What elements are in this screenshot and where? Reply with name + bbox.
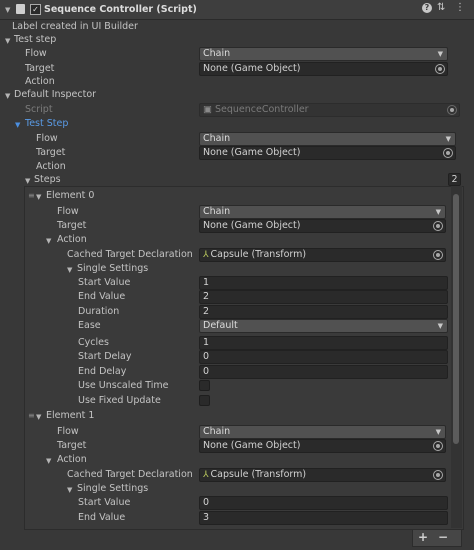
element-foldout-arrow-icon[interactable]: ▼ [36,193,41,201]
start-value-field[interactable]: 1 [199,276,448,290]
test-step-inspector-arrow-icon[interactable]: ▼ [15,121,20,129]
single-settings-foldout[interactable]: Single Settings [77,263,148,274]
ui-builder-label: Label created in UI Builder [12,21,138,32]
end-delay-field[interactable]: 0 [199,365,448,379]
unscaled-time-checkbox[interactable] [199,380,210,391]
end-value-field[interactable]: 3 [199,511,448,525]
single-settings-arrow-icon[interactable]: ▼ [67,486,72,494]
cycles-label: Cycles [78,337,109,348]
test-step-inspector-foldout[interactable]: Test Step [25,118,68,129]
action-foldout[interactable]: Action [57,454,87,465]
action-foldout-arrow-icon[interactable]: ▼ [46,237,51,245]
end-delay-label: End Delay [78,366,127,377]
transform-icon: ⅄ [203,470,209,480]
flow-dropdown[interactable]: Chain ▼ [199,47,448,61]
flow-label: Flow [57,206,79,217]
object-picker-icon[interactable] [433,470,443,480]
flow-dropdown[interactable]: Chain ▼ [199,425,446,439]
question-icon[interactable]: ? [422,3,432,13]
flow-label: Flow [36,133,58,144]
remove-element-button[interactable]: − [438,530,448,544]
start-value-label: Start Value [78,497,131,508]
object-picker-icon[interactable] [433,221,443,231]
flow-dropdown[interactable]: Chain ▼ [199,132,456,146]
cached-target-label: Cached Target Declaration [67,249,193,260]
start-value-label: Start Value [78,277,131,288]
flow-label: Flow [25,48,47,59]
sliders-icon[interactable]: ⇅ [437,2,445,13]
chevron-down-icon: ▼ [437,50,443,58]
drag-handle-icon[interactable]: ≡ [28,411,35,420]
single-settings-foldout[interactable]: Single Settings [77,483,148,494]
flow-dropdown[interactable]: Chain ▼ [199,205,446,219]
action-label: Action [36,161,66,172]
target-label: Target [57,220,87,231]
duration-label: Duration [78,306,120,317]
target-object-field[interactable]: None (Game Object) [199,439,446,453]
fixed-update-checkbox[interactable] [199,395,210,406]
chevron-down-icon: ▼ [437,322,443,330]
end-value-label: End Value [78,291,126,302]
duration-field[interactable]: 2 [199,305,448,319]
transform-icon: ⅄ [203,250,209,260]
cached-target-label: Cached Target Declaration [67,469,193,480]
start-delay-field[interactable]: 0 [199,350,448,364]
script-icon [16,4,25,14]
steps-foldout[interactable]: Steps [34,174,61,185]
action-foldout[interactable]: Action [57,234,87,245]
test-step-foldout-arrow-icon[interactable]: ▼ [5,37,10,45]
kebab-menu-icon[interactable]: ⋮ [455,2,465,13]
enabled-checkbox[interactable]: ✓ [30,4,41,15]
action-label: Action [25,76,55,87]
target-label: Target [25,63,55,74]
steps-foldout-arrow-icon[interactable]: ▼ [25,177,30,185]
fixed-update-label: Use Fixed Update [78,395,161,406]
script-label: Script [25,104,53,115]
component-title: Sequence Controller (Script) [44,4,197,15]
ease-label: Ease [78,320,101,331]
chevron-down-icon: ▼ [445,135,451,143]
end-value-field[interactable]: 2 [199,290,448,304]
default-inspector-foldout-arrow-icon[interactable]: ▼ [5,92,10,100]
target-label: Target [57,440,87,451]
drag-handle-icon[interactable]: ≡ [28,191,35,200]
object-picker-icon [447,105,457,115]
target-object-field[interactable]: None (Game Object) [199,62,448,76]
script-field: ▣ SequenceController [199,103,460,117]
cycles-field[interactable]: 1 [199,336,448,350]
start-value-field[interactable]: 0 [199,496,448,510]
cached-target-field[interactable]: ⅄ Capsule (Transform) [199,248,446,262]
target-object-field[interactable]: None (Game Object) [199,219,446,233]
chevron-down-icon: ▼ [435,208,441,216]
target-label: Target [36,147,66,158]
ease-dropdown[interactable]: Default ▼ [199,319,448,333]
scrollbar-thumb[interactable] [453,194,459,444]
test-step-foldout[interactable]: Test step [14,34,56,45]
steps-count-field[interactable]: 2 [448,173,461,186]
object-picker-icon[interactable] [443,148,453,158]
flow-label: Flow [57,426,79,437]
target-object-field[interactable]: None (Game Object) [199,146,456,160]
object-picker-icon[interactable] [433,441,443,451]
add-element-button[interactable]: + [418,530,428,544]
single-settings-arrow-icon[interactable]: ▼ [67,266,72,274]
cached-target-field[interactable]: ⅄ Capsule (Transform) [199,468,446,482]
object-picker-icon[interactable] [435,64,445,74]
start-delay-label: Start Delay [78,351,132,362]
element-1-foldout[interactable]: Element 1 [46,410,94,421]
foldout-arrow-icon[interactable]: ▼ [5,6,10,14]
action-foldout-arrow-icon[interactable]: ▼ [46,457,51,465]
chevron-down-icon: ▼ [435,428,441,436]
default-inspector-foldout[interactable]: Default Inspector [14,89,96,100]
element-0-foldout[interactable]: Element 0 [46,190,94,201]
unscaled-time-label: Use Unscaled Time [78,380,169,391]
element-foldout-arrow-icon[interactable]: ▼ [36,413,41,421]
object-picker-icon[interactable] [433,250,443,260]
end-value-label: End Value [78,512,126,523]
